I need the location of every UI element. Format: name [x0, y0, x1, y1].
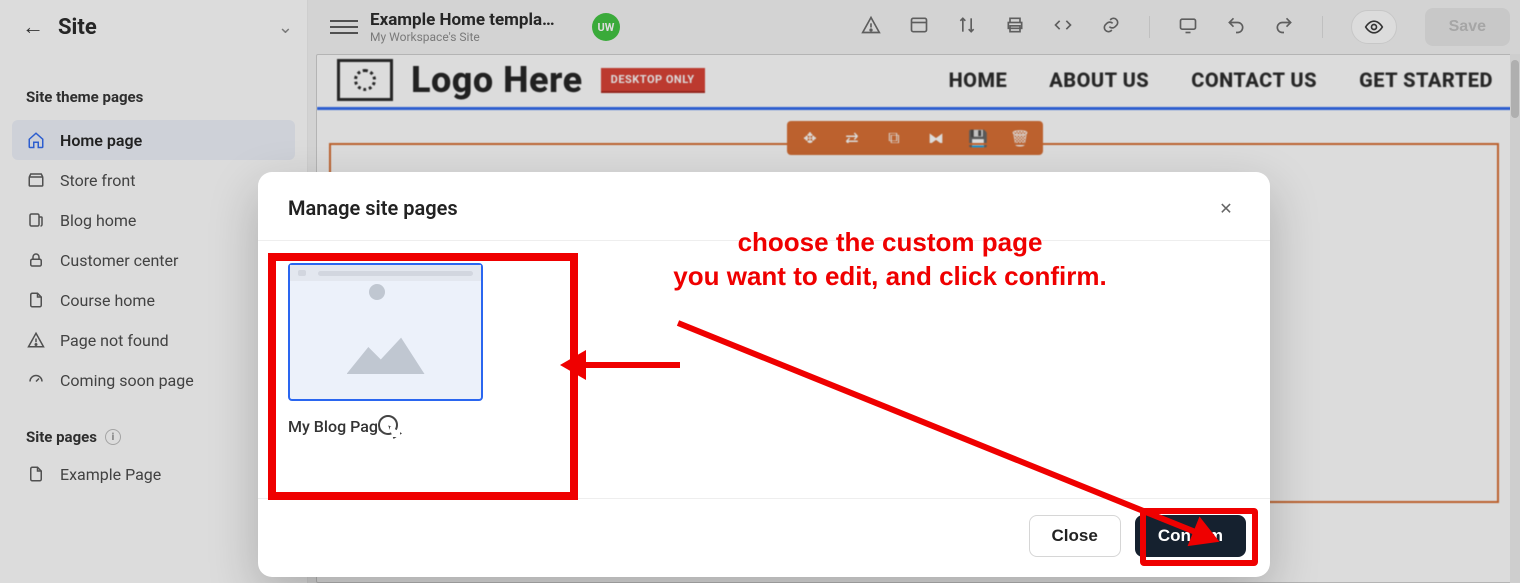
cursor-pointer-icon	[378, 415, 398, 435]
page-card-my-blog-page[interactable]: My Blog Page	[288, 263, 484, 436]
page-thumbnail[interactable]	[288, 263, 483, 401]
annotation-arrow-left	[582, 362, 680, 368]
annotation-line1: choose the custom page	[738, 227, 1043, 257]
image-placeholder-icon	[290, 281, 481, 399]
modal-title: Manage site pages	[288, 196, 458, 220]
close-icon[interactable]: ✕	[1212, 194, 1240, 222]
close-button[interactable]: Close	[1029, 515, 1121, 557]
annotation-line2: you want to edit, and click confirm.	[673, 261, 1106, 291]
thumb-browser-bar	[290, 265, 481, 281]
annotation-text: choose the custom page you want to edit,…	[610, 226, 1170, 294]
